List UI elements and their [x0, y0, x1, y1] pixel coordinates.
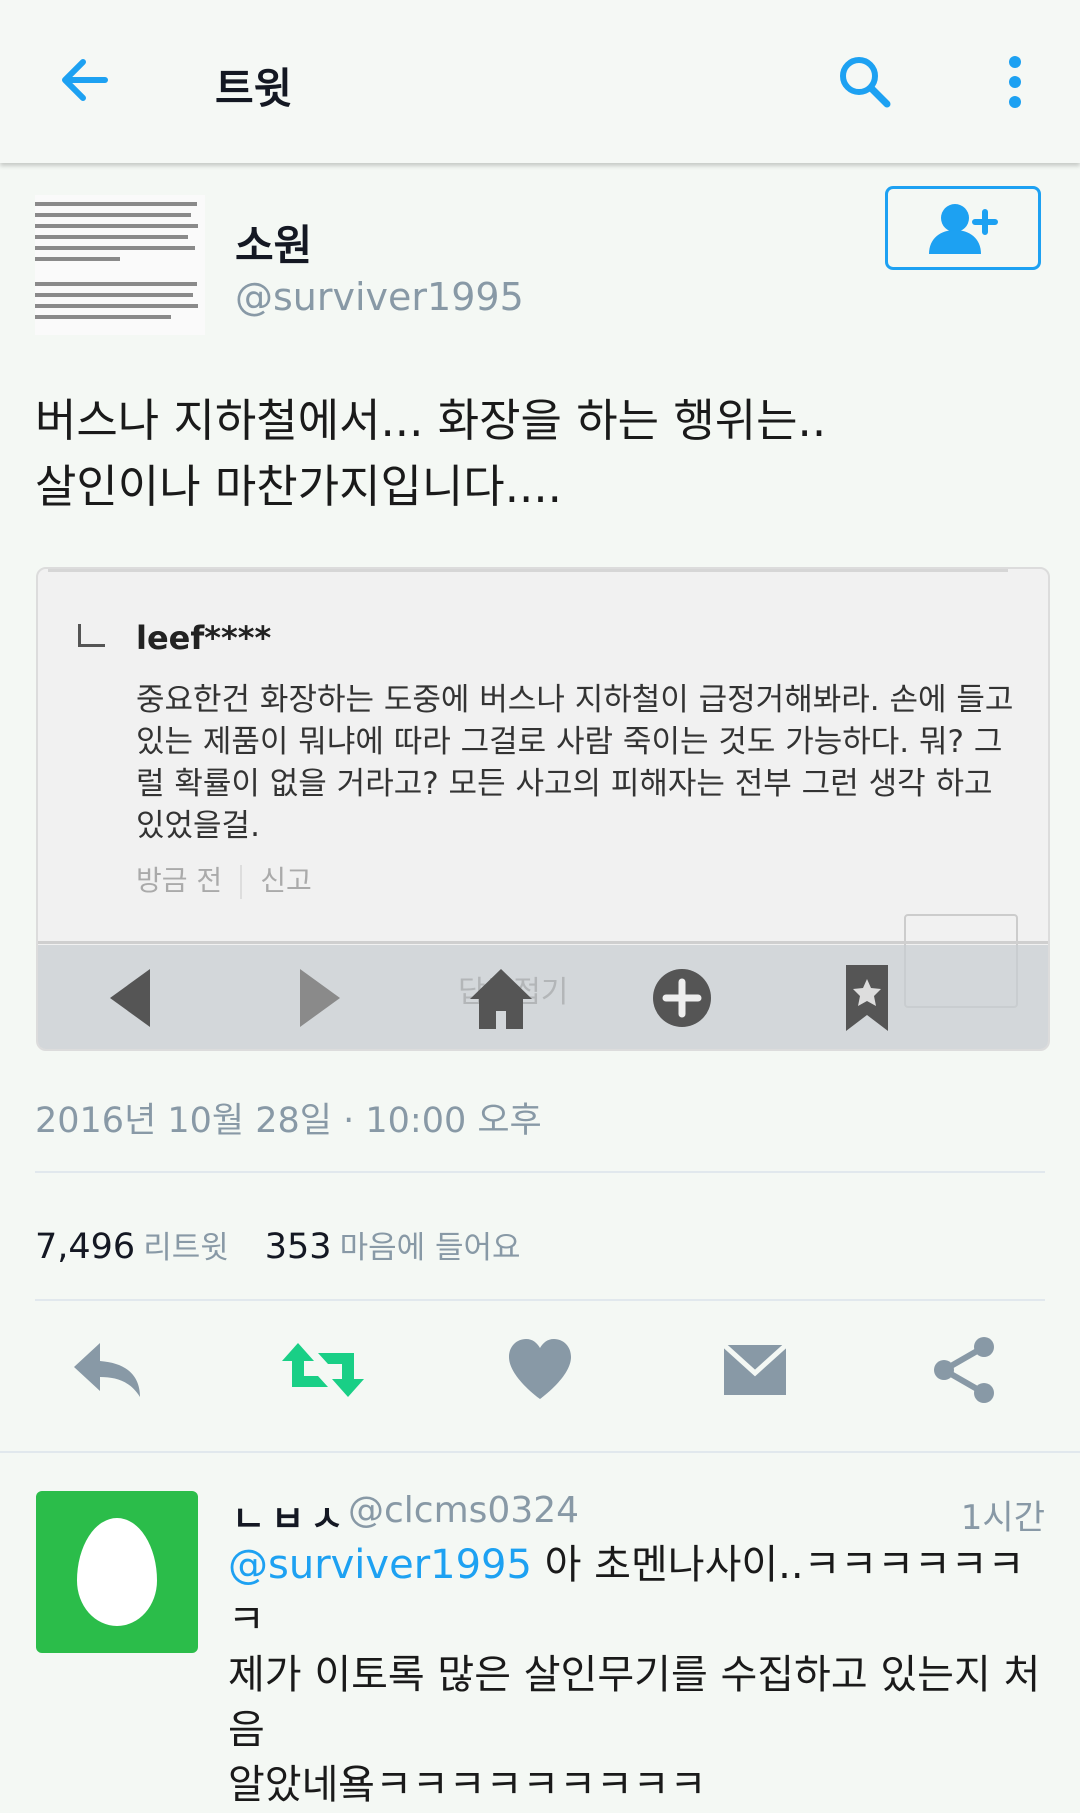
- tweet-text-line: 살인이나 마찬가지입니다....: [35, 460, 562, 513]
- retweet-count[interactable]: 7,496: [35, 1227, 135, 1267]
- tweet-attached-image[interactable]: leef**** 중요한건 화장하는 도중에 버스나 지하철이 급정거해봐라. …: [36, 567, 1050, 1051]
- reply-icon[interactable]: [70, 1335, 146, 1405]
- like-label[interactable]: 마음에 들어요: [340, 1230, 521, 1266]
- author-avatar[interactable]: [35, 195, 205, 335]
- comment-report-link: 신고: [260, 864, 312, 897]
- egg-avatar-icon: [77, 1518, 157, 1626]
- tweet-text-line: 버스나 지하철에서... 화장을 하는 행위는..: [35, 394, 827, 447]
- message-icon[interactable]: [720, 1335, 790, 1405]
- tweet-text: 버스나 지하철에서... 화장을 하는 행위는.. 살인이나 마찬가지입니다..…: [35, 388, 1045, 520]
- reply-text-line: 알았네욬ㅋㅋㅋㅋㅋㅋㅋㅋㅋ: [228, 1762, 707, 1808]
- reply-mention-link[interactable]: @surviver1995: [228, 1542, 532, 1588]
- comment-username: leef****: [136, 619, 272, 657]
- heart-icon[interactable]: [505, 1335, 575, 1405]
- page-title: 트윗: [215, 64, 293, 113]
- search-icon[interactable]: [835, 52, 895, 112]
- reply-display-name[interactable]: ㄴㅂㅅ: [232, 1490, 349, 1542]
- plus-circle-icon: [653, 969, 711, 1027]
- bookmark-star-icon: [846, 965, 888, 1031]
- top-app-bar: 트윗: [0, 0, 1080, 163]
- more-vertical-icon[interactable]: [995, 52, 1035, 112]
- reply-avatar[interactable]: [36, 1491, 198, 1653]
- tweet-timestamp: 2016년 10월 28일 · 10:00 오후: [35, 1101, 542, 1141]
- right-triangle-icon: [300, 969, 340, 1027]
- back-arrow-icon[interactable]: [55, 50, 115, 110]
- comment-time: 방금 전: [136, 864, 223, 897]
- comment-body: 중요한건 화장하는 도중에 버스나 지하철이 급정거해봐라. 손에 들고있는 제…: [136, 682, 1014, 844]
- browser-toolbar: 답글접기: [38, 945, 1048, 1049]
- reply-handle[interactable]: @clcms0324: [348, 1490, 579, 1531]
- comment-meta: 방금 전 신고: [136, 859, 312, 899]
- divider: [35, 1299, 1045, 1301]
- divider: [35, 1171, 1045, 1173]
- add-user-icon: [929, 204, 998, 254]
- follow-button[interactable]: [885, 186, 1041, 270]
- reply-text: @surviver1995 아 초멘나사이..ㅋㅋㅋㅋㅋㅋㅋ 제가 이토록 많은…: [228, 1538, 1048, 1813]
- reply-corner-icon: [78, 624, 105, 647]
- reply-text-line: 제가 이토록 많은 살인무기를 수집하고 있는지 처음: [228, 1652, 1041, 1753]
- retweet-label[interactable]: 리트윗: [143, 1230, 229, 1266]
- author-handle[interactable]: @surviver1995: [235, 275, 524, 319]
- divider: [0, 1451, 1080, 1453]
- left-triangle-icon: [110, 969, 150, 1027]
- author-display-name[interactable]: 소원: [235, 212, 312, 273]
- retweet-icon[interactable]: [280, 1335, 366, 1405]
- share-icon[interactable]: [930, 1335, 1000, 1405]
- tweet-stats: 7,496 리트윗 353 마음에 들어요: [35, 1222, 521, 1267]
- reply-time: 1시간: [960, 1498, 1045, 1538]
- home-icon: [470, 969, 532, 1029]
- like-count[interactable]: 353: [265, 1227, 332, 1267]
